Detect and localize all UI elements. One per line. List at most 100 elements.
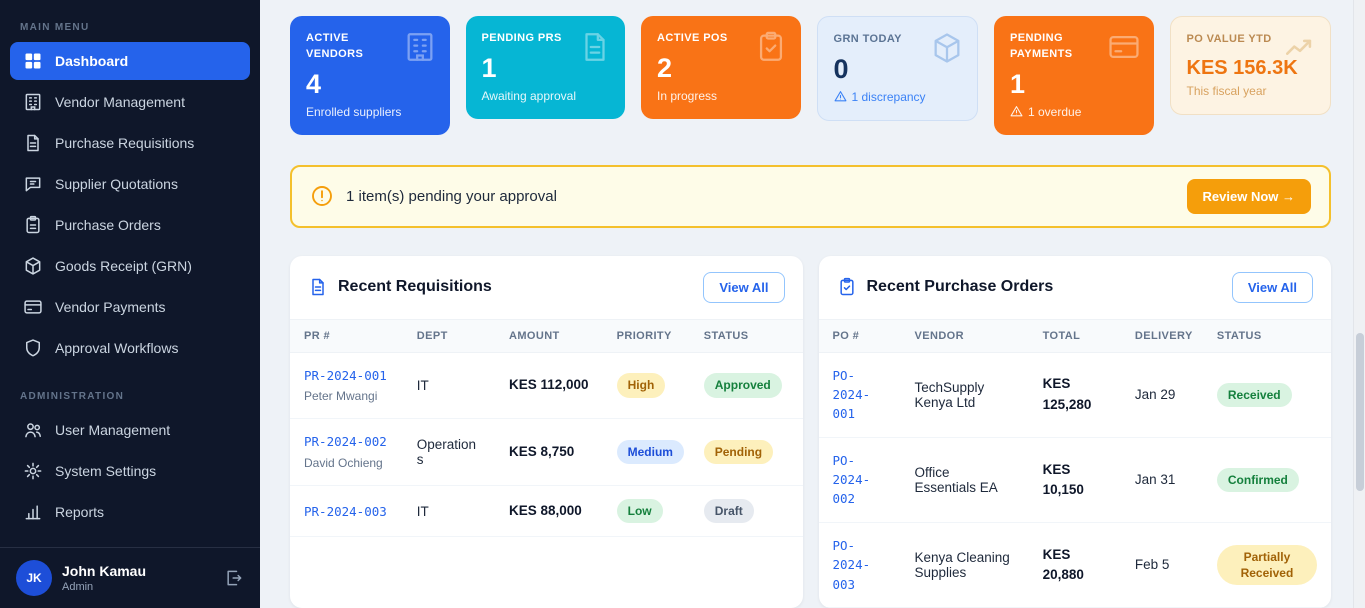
pr-number-link[interactable]: PR-2024-001 [304,366,389,385]
table-row: PO-2024-003 Kenya Cleaning Supplies KES … [818,522,1331,608]
sidebar-item-user-management[interactable]: User Management [10,411,250,449]
warning-icon [1010,105,1023,118]
clipboard-icon [23,215,43,235]
main-content: ACTIVE VENDORS 4 Enrolled suppliers PEND… [260,0,1365,608]
amount-cell: KES 88,000 [495,485,603,538]
sidebar-item-supplier-quotations[interactable]: Supplier Quotations [10,165,250,203]
po-number-link[interactable]: PO-2024-002 [833,451,887,509]
view-all-requisitions-button[interactable]: View All [703,271,785,303]
sidebar-item-dashboard[interactable]: Dashboard [10,42,250,80]
requester-name: Peter Mwangi [304,388,378,403]
logout-icon[interactable] [224,568,244,588]
avatar: JK [16,560,52,596]
pr-number-link[interactable]: PR-2024-002 [304,432,389,451]
stat-subtitle: In progress [657,88,718,103]
building-icon [403,30,437,64]
stat-value: 4 [306,68,322,99]
sidebar-item-label: System Settings [55,463,157,479]
stat-value: 1 [1010,68,1026,99]
po-number-link[interactable]: PO-2024-003 [833,536,887,594]
column-header: DEPT [402,318,495,353]
column-header: PO # [818,318,901,353]
delivery-cell: Feb 5 [1120,522,1203,608]
recent-requisitions-panel: Recent Requisitions View All PR # DEPT A… [290,255,803,608]
table-row: PR-2024-001 Peter Mwangi IT KES 112,000 … [290,352,803,420]
table-row: PO-2024-001 TechSupply Kenya Ltd KES 125… [818,352,1331,438]
sidebar-item-label: Goods Receipt (GRN) [55,258,192,274]
vertical-scrollbar[interactable] [1353,0,1365,608]
status-badge: Confirmed [1216,467,1299,492]
stat-subtitle: 1 overdue [1028,104,1082,119]
po-number-link[interactable]: PO-2024-001 [833,366,887,424]
delivery-cell: Jan 31 [1120,437,1203,523]
user-profile-section: JK John Kamau Admin [0,547,260,608]
table-row: PO-2024-002 Office Essentials EA KES 10,… [818,437,1331,523]
dept-cell: IT [402,485,495,538]
building-icon [23,92,43,112]
total-cell: KES 125,280 [1028,352,1121,438]
sidebar-item-label: Purchase Orders [55,217,161,233]
grid-icon [23,51,43,71]
sidebar-item-system-settings[interactable]: System Settings [10,452,250,490]
priority-badge: Medium [616,440,684,465]
column-header: AMOUNT [495,318,603,353]
sidebar-item-label: User Management [55,422,171,438]
vendor-cell: Office Essentials EA [900,437,1029,523]
stat-card-pending-prs: PENDING PRS 1 Awaiting approval [465,16,625,119]
vendor-cell: TechSupply Kenya Ltd [900,352,1029,438]
column-header: TOTAL [1028,318,1121,353]
total-cell: KES 20,880 [1028,522,1121,608]
sidebar-item-goods-receipt[interactable]: Goods Receipt (GRN) [10,247,250,285]
review-now-button[interactable]: Review Now → [1186,178,1311,214]
warning-icon [834,90,847,103]
clipboard-check-icon [837,277,857,297]
column-header: PRIORITY [602,318,690,353]
users-icon [23,420,43,440]
view-all-purchase-orders-button[interactable]: View All [1231,271,1313,303]
user-role: Admin [62,581,94,594]
app-root: MAIN MENU Dashboard Vendor Management Pu… [0,0,1365,608]
column-header: PR # [290,318,403,353]
sidebar-item-label: Reports [55,504,105,520]
sidebar-item-label: Supplier Quotations [55,176,178,192]
sidebar-item-purchase-requisitions[interactable]: Purchase Requisitions [10,124,250,162]
credit-card-icon [23,297,43,317]
panels-row: Recent Requisitions View All PR # DEPT A… [290,255,1331,608]
priority-badge: High [616,373,666,398]
panel-title: Recent Requisitions [338,278,492,296]
user-info: John Kamau Admin [62,563,146,594]
approval-alert-banner: 1 item(s) pending your approval Review N… [290,164,1331,228]
sidebar-item-reports[interactable]: Reports [10,493,250,531]
column-header: DELIVERY [1120,318,1203,353]
sidebar-item-label: Vendor Payments [55,299,166,315]
box-icon [23,256,43,276]
stat-card-active-vendors: ACTIVE VENDORS 4 Enrolled suppliers [290,16,450,135]
column-header: VENDOR [900,318,1029,353]
credit-card-icon [1107,30,1141,64]
sidebar-item-approval-workflows[interactable]: Approval Workflows [10,329,250,367]
sidebar-item-purchase-orders[interactable]: Purchase Orders [10,206,250,244]
sidebar-item-label: Dashboard [55,53,129,69]
requester-name: David Ochieng [304,455,383,470]
stat-card-grn-today: GRN TODAY 0 1 discrepancy [816,16,978,121]
dept-cell: IT [402,352,495,420]
sidebar-item-vendor-management[interactable]: Vendor Management [10,83,250,121]
gear-icon [23,461,43,481]
trending-icon [1283,31,1317,65]
user-name: John Kamau [62,562,147,579]
column-header: STATUS [1202,318,1331,353]
total-cell: KES 10,150 [1028,437,1121,523]
vendor-cell: Kenya Cleaning Supplies [900,522,1029,608]
dept-cell: Operations [402,418,495,487]
stat-card-active-pos: ACTIVE POS 2 In progress [641,16,801,119]
alert-message: 1 item(s) pending your approval [346,187,557,205]
bar-chart-icon [23,502,43,522]
sidebar-item-vendor-payments[interactable]: Vendor Payments [10,288,250,326]
sidebar: MAIN MENU Dashboard Vendor Management Pu… [0,0,260,608]
amount-cell: KES 112,000 [495,352,603,420]
clipboard-check-icon [754,30,788,64]
stat-card-pending-payments: PENDING PAYMENTS 1 1 overdue [994,16,1154,135]
scrollbar-thumb[interactable] [1356,333,1364,491]
stat-card-po-value-ytd: PO VALUE YTD KES 156.3K This fiscal year [1169,16,1331,115]
pr-number-link[interactable]: PR-2024-003 [304,502,389,521]
